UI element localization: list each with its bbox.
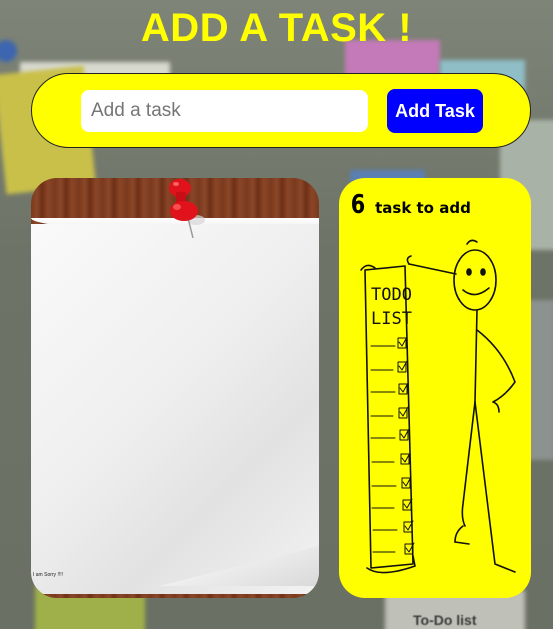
illustration-heading-line1: TODO (371, 285, 412, 305)
task-count-row: 6 task to add (349, 190, 471, 220)
pushpin-icon (169, 179, 205, 238)
page-title: ADD A TASK ! (140, 6, 413, 50)
task-input[interactable] (81, 90, 368, 132)
task-count: 6 (350, 190, 366, 220)
todo-count-panel: 6 task to add TODO LIST (339, 178, 531, 598)
add-task-form: Add Task (31, 73, 531, 148)
illustration-heading-line2: LIST (371, 309, 412, 329)
background-caption: To-Do list (413, 612, 477, 628)
paper-sheet (31, 224, 319, 594)
stickman-todo-list-illustration: TODO LIST (360, 239, 516, 574)
task-list-panel: I am Sorry !!!! (31, 178, 319, 598)
add-task-button[interactable]: Add Task (387, 89, 483, 133)
task-count-label: task to add (375, 199, 471, 217)
paper-note-text: I am Sorry !!!! (33, 572, 64, 578)
